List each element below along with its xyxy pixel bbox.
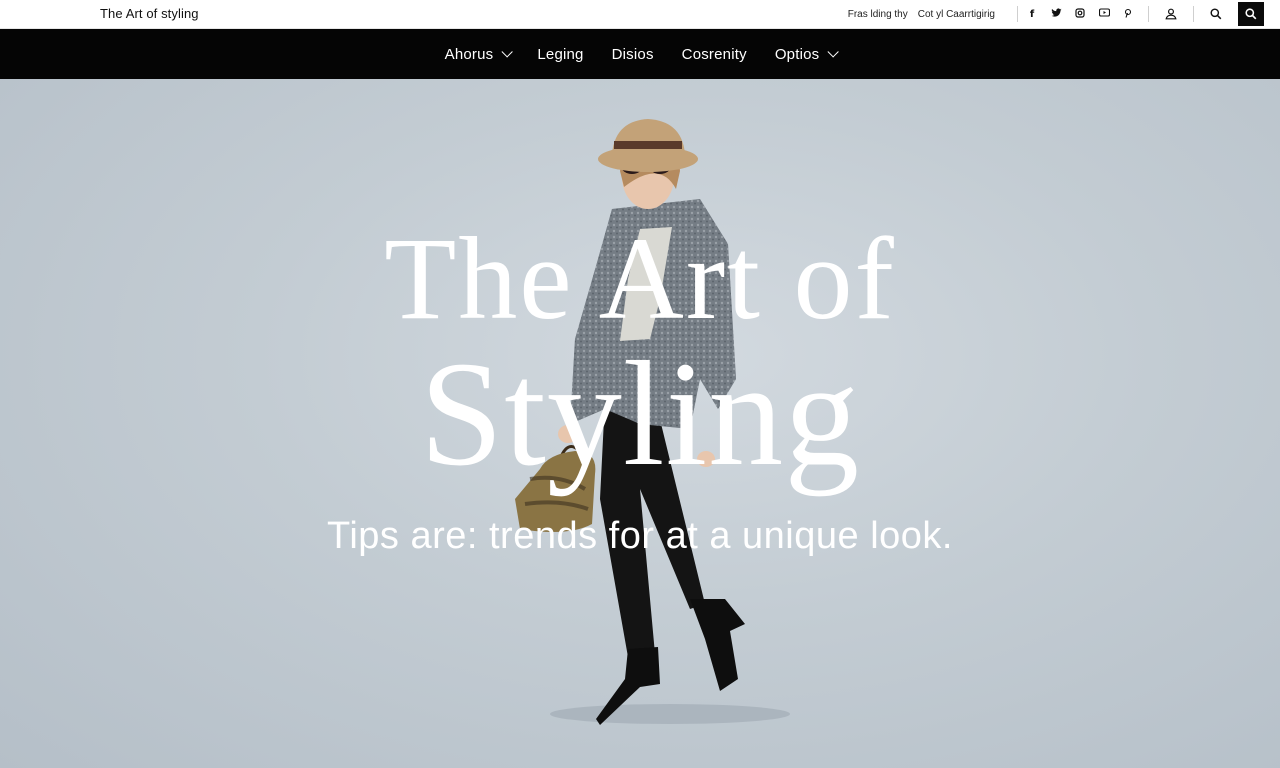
hero-title-line1: The Art of [384,213,896,344]
pinterest-icon[interactable] [1122,8,1134,21]
search-button[interactable] [1238,2,1264,26]
hero-title-line2: Styling [419,331,861,497]
facebook-icon[interactable]: f [1026,9,1038,20]
utility-links: Fras lding thy Cot yl Caarrtigirig [848,9,995,20]
youtube-icon[interactable] [1098,8,1110,20]
nav-item-label: Disios [611,45,654,63]
nav-item-label: Optios [774,45,820,63]
search-icon[interactable] [1202,0,1230,28]
account-icon[interactable] [1157,0,1185,28]
nav-item-optios[interactable]: Optios [774,45,840,63]
search-icon [1245,8,1257,20]
divider [1017,6,1018,22]
instagram-icon[interactable] [1074,7,1086,21]
top-bar: The Art of styling Fras lding thy Cot yl… [0,0,1280,29]
nav-item-ahorus[interactable]: Ahorus [444,45,514,63]
nav-item-label: Cosrenity [681,45,747,63]
chevron-down-icon [827,46,840,58]
chevron-down-icon [501,46,514,58]
hero-tagline: Tips are: trends for at a unique look. [327,515,953,557]
utility-link[interactable]: Fras lding thy [848,9,908,20]
main-nav: Ahorus Leging Disios Cosrenity Optios [0,29,1280,79]
site-brand[interactable]: The Art of styling [100,6,199,21]
social-links: f [1026,7,1134,21]
hero-section: The Art of Styling Tips are: trends for … [0,79,1280,768]
utility-link[interactable]: Cot yl Caarrtigirig [918,9,995,20]
divider [1193,6,1194,22]
twitter-icon[interactable] [1050,7,1062,21]
nav-item-label: Leging [537,45,584,63]
nav-item-cosrenity[interactable]: Cosrenity [682,46,747,63]
nav-items: Ahorus Leging Disios Cosrenity Optios [0,29,1280,79]
divider [1148,6,1149,22]
nav-item-disios[interactable]: Disios [612,46,654,63]
utility-bar: Fras lding thy Cot yl Caarrtigirig f [848,0,1280,28]
nav-item-leging[interactable]: Leging [537,46,583,63]
nav-item-label: Ahorus [444,45,494,63]
